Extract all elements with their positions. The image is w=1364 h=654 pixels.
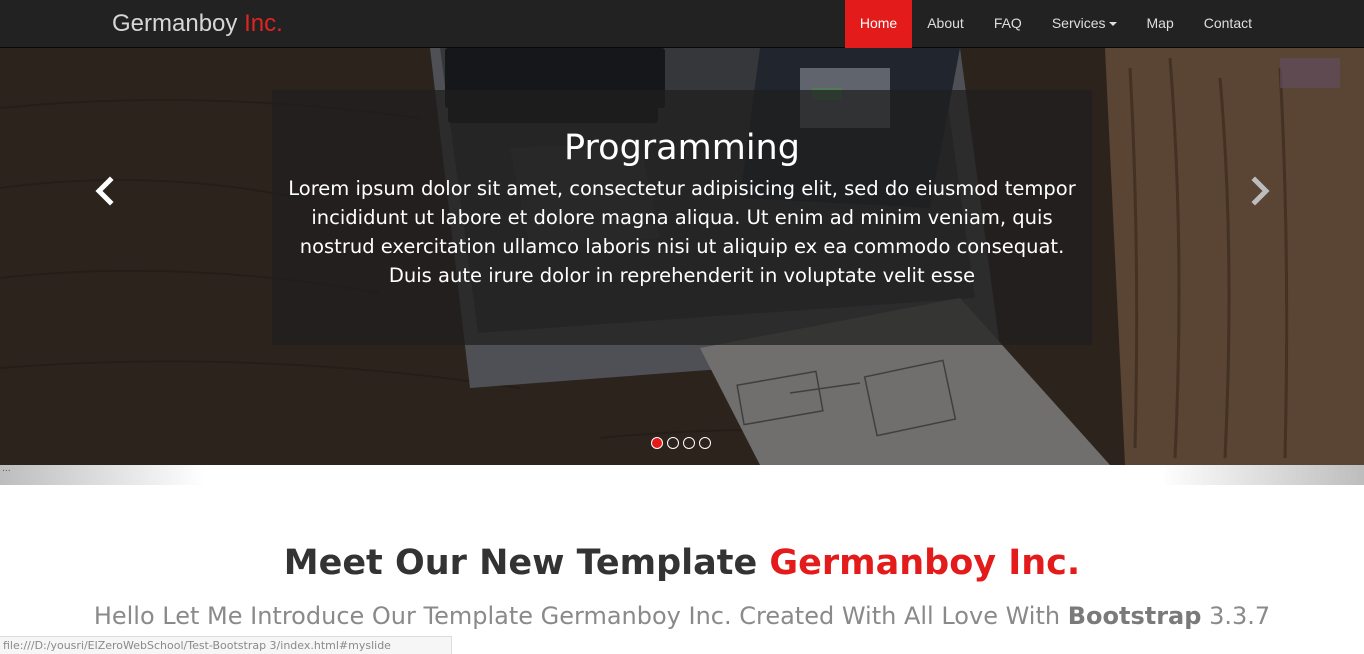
browser-status-url: file:///D:/yousri/ElZeroWebSchool/Test-B… xyxy=(0,636,452,654)
intro-heading-text: Meet Our New Template xyxy=(283,543,758,583)
nav-home[interactable]: Home xyxy=(844,0,913,48)
nav-contact[interactable]: Contact xyxy=(1189,0,1267,48)
intro-heading: Meet Our New Template Germanboy Inc. xyxy=(0,543,1364,583)
nav-faq[interactable]: FAQ xyxy=(979,0,1037,48)
nav-about[interactable]: About xyxy=(912,0,979,48)
intro-subtitle-version: 3.3.7 xyxy=(1209,602,1271,630)
caption-title: Programming xyxy=(564,128,800,168)
intro-subtitle: Hello Let Me Introduce Our Template Germ… xyxy=(0,602,1364,630)
brand-name: Germanboy xyxy=(112,10,238,37)
carousel-next-button[interactable] xyxy=(1245,176,1275,206)
brand-accent: Inc. xyxy=(244,10,283,37)
nav-services-label: Services xyxy=(1051,15,1106,31)
intro-heading-accent: Germanboy Inc. xyxy=(769,543,1081,583)
navbar: Germanboy Inc. Home About FAQ Services M… xyxy=(0,0,1364,48)
separator-dots: ... xyxy=(2,464,11,474)
hero-carousel: Programming Lorem ipsum dolor sit amet, … xyxy=(0,48,1364,465)
carousel-indicators xyxy=(651,437,711,449)
intro-subtitle-text: Hello Let Me Introduce Our Template Germ… xyxy=(93,602,1061,630)
carousel-caption: Programming Lorem ipsum dolor sit amet, … xyxy=(272,90,1092,345)
nav-services[interactable]: Services xyxy=(1037,0,1132,48)
indicator-slide-2[interactable] xyxy=(667,437,679,449)
caption-text: Lorem ipsum dolor sit amet, consectetur … xyxy=(288,177,1076,287)
caret-down-icon xyxy=(1108,22,1117,27)
main-nav: Home About FAQ Services Map Contact xyxy=(844,0,1267,48)
section-separator xyxy=(0,465,1364,485)
chevron-right-icon xyxy=(1251,176,1270,206)
carousel-prev-button[interactable] xyxy=(90,176,120,206)
intro-subtitle-bold: Bootstrap xyxy=(1067,602,1202,630)
indicator-slide-3[interactable] xyxy=(683,437,695,449)
chevron-left-icon xyxy=(95,176,114,206)
indicator-slide-4[interactable] xyxy=(699,437,711,449)
brand-logo[interactable]: Germanboy Inc. xyxy=(112,10,283,38)
indicator-slide-1[interactable] xyxy=(651,437,663,449)
nav-map[interactable]: Map xyxy=(1132,0,1189,48)
